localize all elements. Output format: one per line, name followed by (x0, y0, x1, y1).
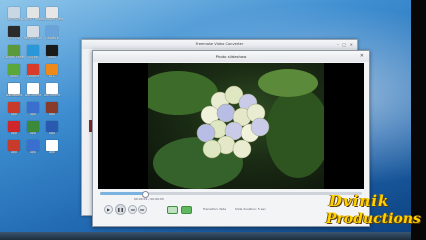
desktop-icon-label: Network (45, 37, 59, 40)
app-icon (27, 83, 39, 94)
app-icon (8, 64, 20, 75)
screen: ComputerDvinik ProductionsWindows MediaP… (0, 0, 426, 240)
add-photo-icon[interactable] (181, 206, 192, 214)
flower-image (148, 69, 324, 189)
app-icon (27, 26, 39, 37)
app-icon (46, 140, 58, 151)
next-button[interactable]: ▸▸ (138, 205, 147, 214)
app-icon (46, 45, 58, 56)
hydrangea-petal (250, 117, 270, 137)
app-icon (8, 140, 20, 151)
hydrangea-petal (202, 139, 222, 159)
desktop-icon-label: Xbox (48, 56, 56, 59)
video-preview[interactable] (98, 63, 364, 189)
desktop-icon[interactable]: Network (41, 26, 63, 41)
maximize-icon[interactable]: □ (342, 42, 346, 47)
app-icon (27, 7, 39, 18)
taskbar (0, 232, 411, 240)
desktop-icon-label: App (48, 132, 56, 135)
hydrangea-photo (148, 63, 324, 189)
desktop-icon[interactable]: App (41, 102, 63, 117)
desktop-icon[interactable]: App (41, 140, 63, 155)
transition-label: Transition: fade (203, 207, 227, 211)
desktop-icon[interactable]: Document (41, 83, 63, 98)
app-icon (8, 7, 20, 18)
rotate-icon[interactable] (167, 206, 178, 214)
minimize-icon[interactable]: – (337, 42, 339, 47)
desktop-icon[interactable]: VLC (41, 64, 63, 79)
desktop-icon[interactable]: App (41, 121, 63, 136)
app-icon (46, 64, 58, 75)
desktop-icon[interactable]: Xbox (41, 45, 63, 60)
app-icon (46, 121, 58, 132)
close-icon[interactable]: ✕ (350, 42, 353, 47)
app-icon (46, 83, 58, 94)
duration-label: Slide duration: 5 sec (235, 207, 266, 211)
seek-bar[interactable] (100, 190, 362, 198)
app-icon (27, 102, 39, 113)
app-icon (8, 45, 20, 56)
app-icon (8, 26, 20, 37)
app-icon (46, 102, 58, 113)
previous-button[interactable]: ◂◂ (128, 205, 137, 214)
desktop-icon-label: VLC (48, 75, 56, 78)
window-close-icon[interactable]: ✕ (360, 51, 364, 62)
hydrangea-petal (196, 123, 216, 143)
app-icon (27, 64, 39, 75)
desktop-icon-label: Windows Media (41, 18, 63, 21)
watermark-line-1: Dvinik (329, 192, 390, 210)
desktop-icon[interactable]: Windows Media (41, 7, 63, 22)
app-icon (8, 102, 20, 113)
hydrangea-petal (216, 103, 236, 123)
app-icon (8, 121, 20, 132)
seek-bar-fill (100, 192, 145, 195)
pause-button[interactable]: ❚❚ (115, 204, 126, 215)
background-window-title: Freemake Video Converter (82, 40, 357, 49)
play-button[interactable]: ▶ (104, 205, 113, 214)
watermark-line-2: Productions (326, 211, 421, 227)
playback-controls: 00:00:01 / 00:00:05 ▶ ❚❚ ◂◂ ▸▸ Transitio… (98, 197, 364, 219)
time-readout: 00:00:01 / 00:00:05 (134, 197, 164, 201)
desktop-icon-label: Document (43, 94, 61, 97)
desktop-icon-label: App (48, 151, 56, 154)
desktop-icon-label: App (48, 113, 56, 116)
app-icon (46, 26, 58, 37)
app-icon (27, 121, 39, 132)
right-black-border (411, 0, 426, 240)
slideshow-window-title: Photo slideshow ✕ (93, 51, 369, 62)
app-icon (46, 7, 58, 18)
app-icon (8, 83, 20, 94)
app-icon (27, 45, 39, 56)
app-icon (27, 140, 39, 151)
window-title-text: Photo slideshow (215, 54, 247, 59)
hydrangea-petal (232, 139, 252, 159)
